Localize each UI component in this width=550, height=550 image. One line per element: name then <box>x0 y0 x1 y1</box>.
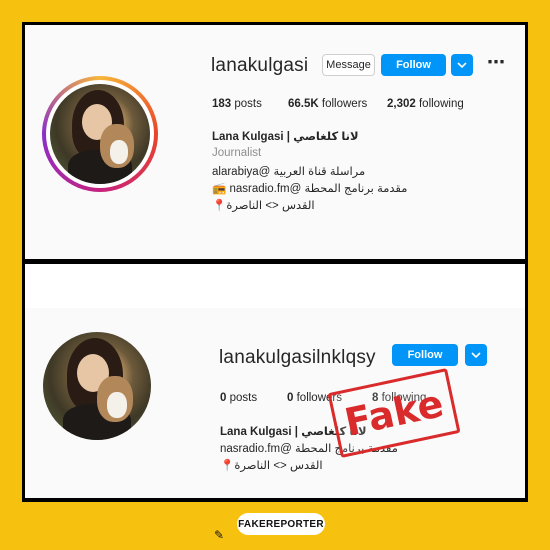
posts-count: 183 posts <box>212 98 262 110</box>
followers-count[interactable]: 66.5K followers <box>288 98 367 110</box>
bio-line: مراسلة قناة العربية @alarabiya <box>212 166 366 178</box>
pencil-icon: ✎ <box>214 528 225 542</box>
chevron-down-icon[interactable] <box>451 54 473 76</box>
fakereporter-logo: FAKEREPORTER <box>237 513 325 535</box>
following-count[interactable]: 2,302 following <box>387 98 464 110</box>
bio-line: القدس <> الناصرة📍 <box>212 200 315 212</box>
follow-button[interactable]: Follow <box>381 54 446 76</box>
message-button[interactable]: Message <box>322 54 375 76</box>
follow-button[interactable]: Follow <box>392 344 458 366</box>
avatar[interactable] <box>43 332 151 440</box>
real-profile-panel: lanakulgasi Message Follow ⋯ 183 posts 6… <box>25 25 525 259</box>
username: lanakulgasilnklqsy <box>219 347 376 368</box>
bio-line: مقدمة برنامج المحطة @nasradio.fm 📻 <box>212 183 408 195</box>
fake-profile-panel: lanakulgasilnklqsy Follow 0 posts 0 foll… <box>25 264 525 498</box>
chevron-down-icon[interactable] <box>465 344 487 366</box>
category-label: Journalist <box>212 147 262 159</box>
posts-count: 0 posts <box>220 392 258 404</box>
more-options-icon[interactable]: ⋯ <box>487 52 506 73</box>
username: lanakulgasi <box>211 55 309 76</box>
fake-stamp-text: Fake <box>340 381 448 445</box>
display-name: Lana Kulgasi | لانا كلغاصي <box>212 131 359 143</box>
bio-line: القدس <> الناصرة📍 <box>220 460 323 472</box>
avatar[interactable] <box>50 84 150 184</box>
